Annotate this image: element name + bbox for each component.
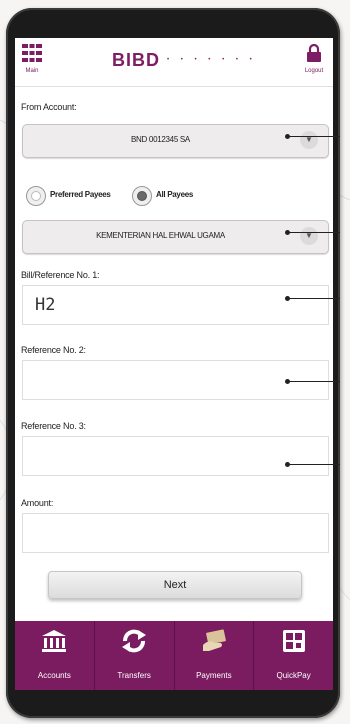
menu-grid-icon — [22, 44, 42, 62]
amount-input[interactable] — [22, 513, 329, 553]
tab-quickpay[interactable]: QuickPay — [254, 621, 333, 690]
ref3-input[interactable] — [22, 436, 329, 476]
payments-icon — [202, 629, 226, 651]
bill-ref-input[interactable]: H2 — [22, 285, 329, 325]
bank-icon — [42, 630, 67, 652]
app-header: Main BIBD • • • • • • • Logout — [15, 38, 333, 87]
phone-frame: Main BIBD • • • • • • • Logout From Acco… — [6, 8, 340, 718]
quickpay-icon — [282, 630, 305, 652]
payee-value: KEMENTERIAN HAL EHWAL UGAMA — [96, 231, 225, 240]
annotation-line — [288, 464, 340, 465]
logout-button[interactable]: Logout — [299, 43, 329, 80]
all-payees-label: All Payees — [156, 190, 194, 199]
payee-select[interactable]: KEMENTERIAN HAL EHWAL UGAMA ▼ — [22, 220, 329, 254]
annotation-line — [288, 381, 340, 382]
from-account-select[interactable]: BND 0012345 SA ▼ — [22, 124, 329, 158]
tab-accounts[interactable]: Accounts — [15, 621, 95, 690]
payee-filter: Preferred Payees All Payees — [26, 186, 326, 206]
tab-transfers[interactable]: Transfers — [95, 621, 175, 690]
amount-label: Amount: — [21, 498, 54, 508]
radio-dot — [137, 191, 147, 201]
tab-accounts-label: Accounts — [37, 671, 71, 680]
annotation-line — [288, 232, 340, 233]
logout-caption: Logout — [304, 68, 324, 74]
bottom-tab-bar: Accounts Transfers Payments QuickPay — [15, 621, 333, 690]
all-payees-radio[interactable] — [132, 186, 152, 206]
annotation-line — [288, 136, 340, 137]
ref2-label: Reference No. 2: — [21, 345, 86, 355]
ref3-label: Reference No. 3: — [21, 421, 86, 431]
brand-dots: • • • • • • • — [167, 57, 257, 63]
transfer-icon — [122, 629, 147, 653]
tab-payments[interactable]: Payments — [175, 621, 255, 690]
main-menu-button[interactable]: Main — [19, 44, 45, 80]
from-account-label: From Account: — [21, 102, 77, 112]
next-button[interactable]: Next — [48, 571, 302, 599]
tab-transfers-label: Transfers — [117, 671, 151, 680]
bill-ref-value: H2 — [35, 295, 56, 315]
ref2-input[interactable] — [22, 360, 329, 400]
main-caption: Main — [25, 68, 39, 74]
brand-logo: BIBD — [112, 50, 160, 70]
preferred-payees-label: Preferred Payees — [50, 190, 111, 199]
lock-icon — [307, 43, 321, 62]
preferred-payees-radio[interactable] — [26, 186, 46, 206]
chevron-down-icon: ▼ — [300, 227, 318, 245]
bill-ref-label: Bill/Reference No. 1: — [21, 270, 100, 280]
chevron-down-icon: ▼ — [300, 131, 318, 149]
radio-dot — [31, 191, 41, 201]
tab-quickpay-label: QuickPay — [276, 671, 311, 680]
annotation-line — [288, 298, 340, 299]
from-account-value: BND 0012345 SA — [131, 135, 190, 144]
tab-payments-label: Payments — [196, 671, 232, 680]
